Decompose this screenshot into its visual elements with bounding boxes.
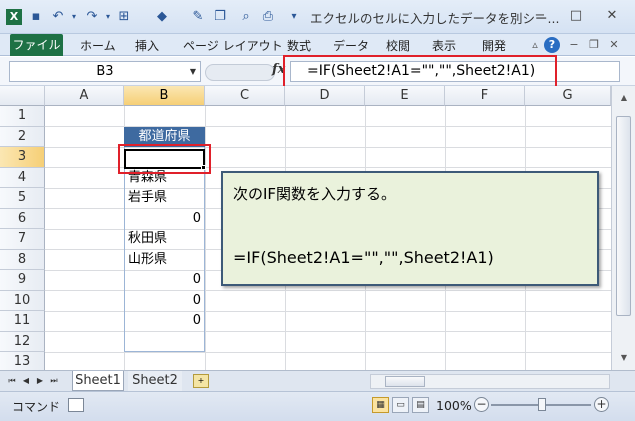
row-header[interactable]: 2 bbox=[0, 126, 45, 147]
sheet-tab-sheet2[interactable]: Sheet2 bbox=[128, 371, 182, 391]
tab-page-layout[interactable]: ページ レイアウト bbox=[183, 37, 283, 54]
vertical-scrollbar[interactable]: ▲ ▼ bbox=[611, 86, 635, 370]
tab-insert[interactable]: 挿入 bbox=[135, 37, 159, 54]
instruction-callout: 次のIF関数を入力する。 =IF(Sheet2!A1="","",Sheet2!… bbox=[221, 171, 599, 286]
redo-dropdown-icon[interactable]: ▾ bbox=[100, 9, 116, 25]
tab-data[interactable]: データ bbox=[333, 37, 369, 54]
insert-sheet-icon[interactable]: + bbox=[193, 374, 209, 388]
row-header[interactable]: 10 bbox=[0, 290, 45, 311]
page-break-view-button[interactable]: ▤ bbox=[412, 397, 429, 413]
customize-toolbar-icon[interactable]: ▾ bbox=[286, 9, 302, 25]
column-header-b[interactable]: B bbox=[124, 86, 205, 106]
status-mode: コマンド bbox=[12, 400, 61, 414]
workbook-close-icon[interactable]: ✕ bbox=[606, 37, 622, 53]
format-painter-icon[interactable]: ✎ bbox=[190, 9, 206, 25]
scroll-down-icon[interactable]: ▼ bbox=[618, 352, 630, 364]
gridline bbox=[45, 351, 611, 353]
sheet-tab-sheet1[interactable]: Sheet1 bbox=[72, 371, 124, 391]
callout-formula-text: =IF(Sheet2!A1="","",Sheet2!A1) bbox=[233, 248, 494, 267]
row-header[interactable]: 3 bbox=[0, 147, 45, 168]
cell-b8[interactable]: 山形県 bbox=[124, 250, 205, 270]
fill-color-icon[interactable]: ◆ bbox=[154, 9, 170, 25]
prev-sheet-icon[interactable]: ◀ bbox=[20, 374, 32, 388]
name-box[interactable]: B3 bbox=[9, 61, 201, 82]
column-header-e[interactable]: E bbox=[365, 86, 445, 106]
column-header-a[interactable]: A bbox=[45, 86, 124, 106]
ribbon-collapse-icon[interactable]: ▵ bbox=[527, 37, 543, 53]
minimize-button[interactable]: − bbox=[526, 6, 554, 26]
callout-instruction-text: 次のIF関数を入力する。 bbox=[233, 185, 397, 203]
formula-bar-splitter[interactable] bbox=[205, 64, 275, 81]
save-icon[interactable]: ▪ bbox=[28, 9, 44, 25]
excel-icon[interactable]: X bbox=[6, 9, 22, 25]
cell-b10[interactable]: 0 bbox=[124, 291, 205, 311]
column-header-c[interactable]: C bbox=[205, 86, 285, 106]
zoom-level[interactable]: 100% bbox=[436, 398, 472, 413]
select-all-corner[interactable] bbox=[0, 86, 45, 106]
cell-b9[interactable]: 0 bbox=[124, 270, 205, 290]
print-icon[interactable]: ⎙ bbox=[260, 9, 276, 25]
name-box-dropdown-icon[interactable]: ▼ bbox=[186, 61, 200, 82]
tab-home[interactable]: ホーム bbox=[80, 37, 116, 54]
cell-b7[interactable]: 秋田県 bbox=[124, 229, 205, 249]
scroll-up-icon[interactable]: ▲ bbox=[618, 92, 630, 104]
column-header-d[interactable]: D bbox=[285, 86, 365, 106]
tab-file[interactable]: ファイル bbox=[10, 34, 63, 56]
tab-view[interactable]: 表示 bbox=[432, 37, 456, 54]
zoom-slider-thumb[interactable] bbox=[538, 398, 546, 411]
cell-b11[interactable]: 0 bbox=[124, 311, 205, 331]
row-header[interactable]: 11 bbox=[0, 311, 45, 332]
cell-b6[interactable]: 0 bbox=[124, 209, 205, 229]
vertical-scroll-thumb[interactable] bbox=[616, 116, 631, 316]
row-header[interactable]: 1 bbox=[0, 106, 45, 127]
preview-icon[interactable]: ⌕ bbox=[238, 9, 254, 25]
zoom-out-icon[interactable]: − bbox=[474, 397, 489, 412]
column-header-f[interactable]: F bbox=[445, 86, 525, 106]
normal-view-button[interactable]: ▦ bbox=[372, 397, 389, 413]
page-layout-view-button[interactable]: ▭ bbox=[392, 397, 409, 413]
workbook-restore-icon[interactable]: ❐ bbox=[586, 37, 602, 53]
column-header-g[interactable]: G bbox=[525, 86, 611, 106]
ribbon-tabs: ファイル ホーム 挿入 ページ レイアウト 数式 データ 校閲 表示 開発 ▵ … bbox=[0, 34, 635, 56]
last-sheet-icon[interactable]: ⏭ bbox=[48, 374, 60, 388]
status-bar: コマンド ▦ ▭ ▤ 100% − + bbox=[0, 391, 635, 421]
horizontal-scroll-thumb[interactable] bbox=[385, 376, 425, 387]
help-icon[interactable]: ? bbox=[544, 37, 560, 53]
zoom-in-icon[interactable]: + bbox=[594, 397, 609, 412]
horizontal-scrollbar[interactable] bbox=[370, 374, 610, 389]
undo-icon[interactable]: ↶ bbox=[50, 9, 66, 25]
cell-b5[interactable]: 岩手県 bbox=[124, 188, 205, 208]
maximize-button[interactable]: □ bbox=[562, 6, 590, 26]
redo-icon[interactable]: ↷ bbox=[84, 9, 100, 25]
tab-developer[interactable]: 開発 bbox=[482, 37, 506, 54]
sheet-tab-bar: ⏮ ◀ ▶ ⏭ Sheet1 Sheet2 + bbox=[0, 370, 635, 391]
close-button[interactable]: ✕ bbox=[598, 6, 626, 26]
border-icon[interactable]: ⊞ bbox=[116, 9, 132, 25]
row-header[interactable]: 8 bbox=[0, 249, 45, 270]
workbook-minimize-icon[interactable]: − bbox=[566, 37, 582, 53]
window-title: エクセルのセルに入力したデータを別シー... bbox=[310, 11, 560, 26]
tab-formulas[interactable]: 数式 bbox=[287, 37, 311, 54]
active-cell-highlight-box bbox=[118, 144, 211, 174]
row-header[interactable]: 12 bbox=[0, 331, 45, 352]
row-header[interactable]: 7 bbox=[0, 229, 45, 250]
next-sheet-icon[interactable]: ▶ bbox=[34, 374, 46, 388]
copy-icon[interactable]: ❐ bbox=[212, 9, 228, 25]
row-header[interactable]: 5 bbox=[0, 188, 45, 209]
first-sheet-icon[interactable]: ⏮ bbox=[6, 374, 18, 388]
row-header[interactable]: 9 bbox=[0, 270, 45, 291]
row-header[interactable]: 6 bbox=[0, 208, 45, 229]
tab-review[interactable]: 校閲 bbox=[386, 37, 410, 54]
undo-dropdown-icon[interactable]: ▾ bbox=[66, 9, 82, 25]
macro-record-icon[interactable] bbox=[68, 398, 84, 412]
row-header[interactable]: 4 bbox=[0, 167, 45, 188]
title-bar: X ▪ ↶ ▾ ↷ ▾ ⊞ ◆ ✎ ❐ ⌕ ⎙ ▾ エクセルのセルに入力したデー… bbox=[0, 0, 635, 34]
